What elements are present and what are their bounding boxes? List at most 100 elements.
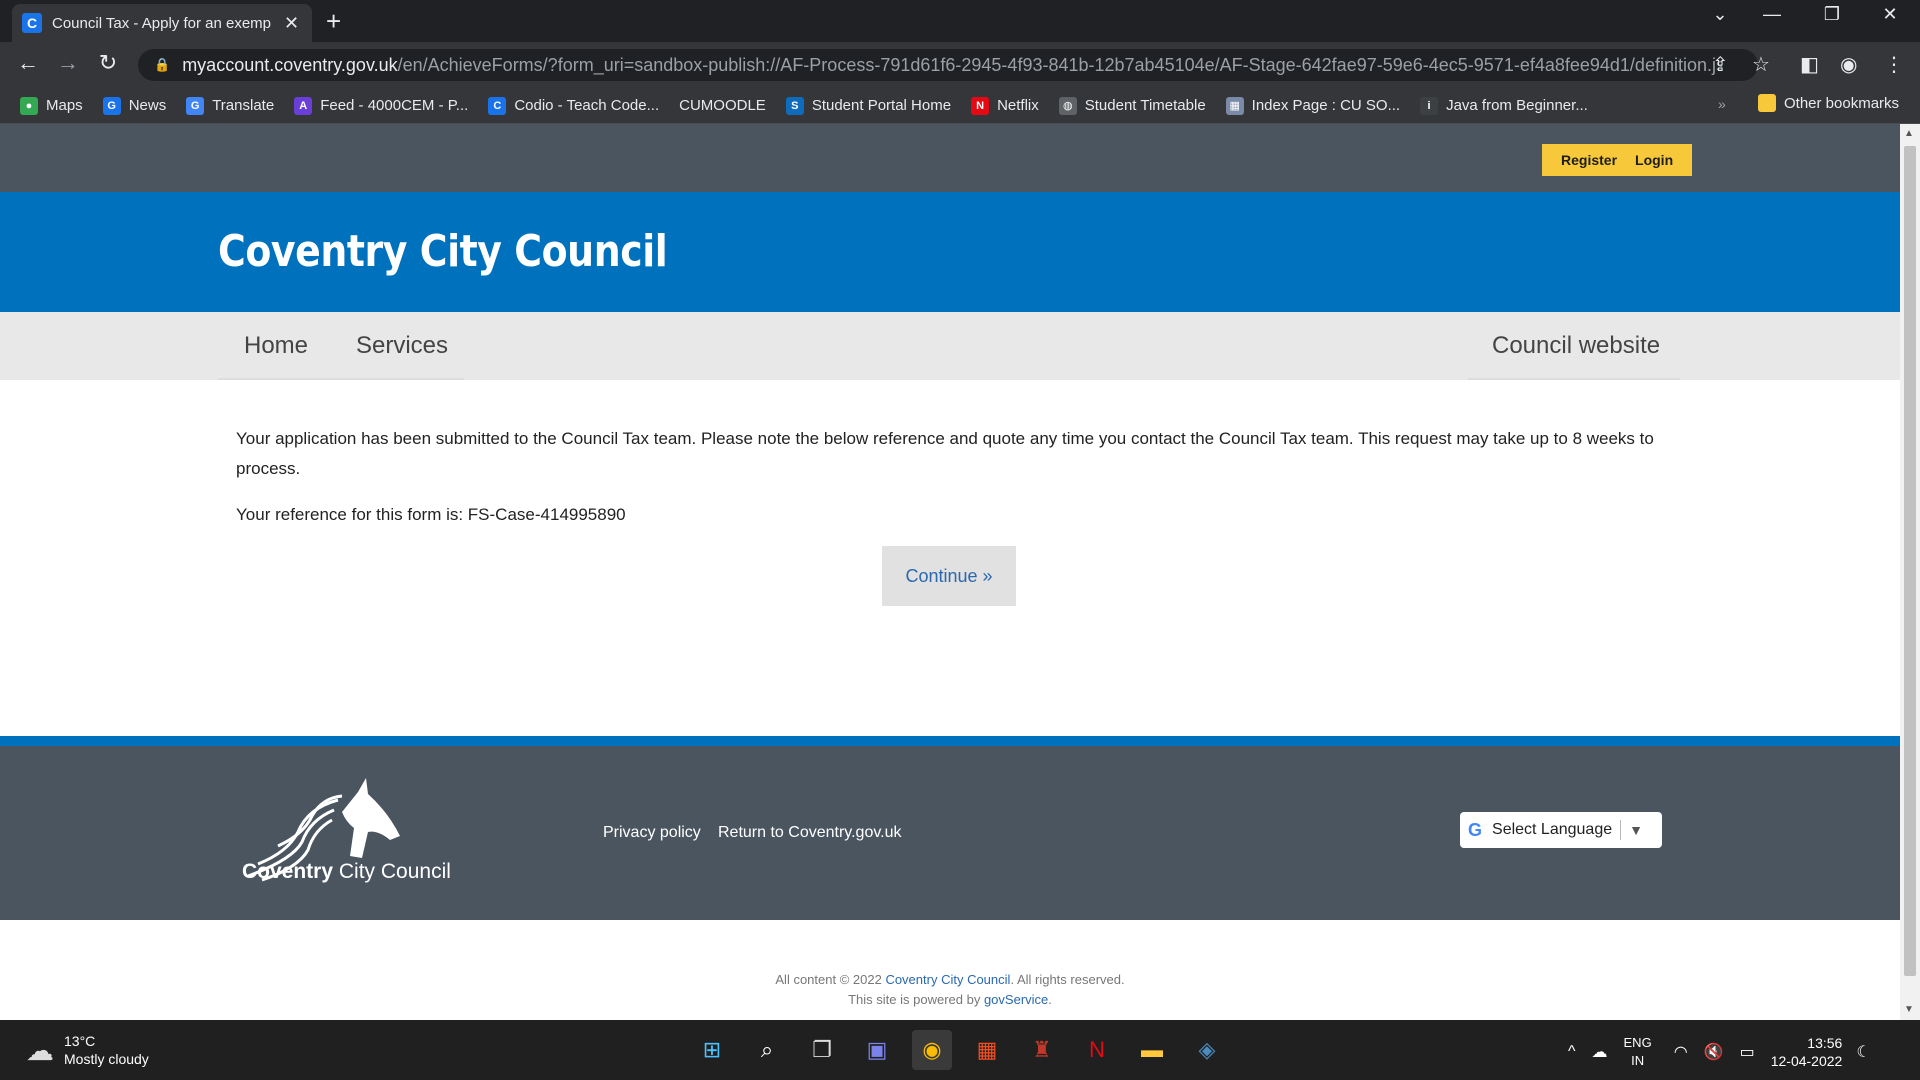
store-icon[interactable]: ▦	[967, 1030, 1007, 1070]
windows-start-icon[interactable]: ⊞	[692, 1030, 732, 1070]
bookmark-item[interactable]: C Codio - Teach Code...	[488, 96, 660, 115]
url-text: myaccount.coventry.gov.uk/en/AchieveForm…	[182, 55, 1722, 76]
notification-icon[interactable]: ☾	[1856, 1042, 1870, 1062]
bookmarks-bar: ● Maps G News G Translate A Feed - 4000CEM - P.…	[0, 88, 1920, 124]
windows-taskbar: ☁ 13°C Mostly cloudy ⊞ ⌕ ❐ ▣ ◉ ▦ ♜ N ▬ ◈…	[0, 1020, 1920, 1080]
select-language-dropdown[interactable]: G Select Language ▼	[1460, 812, 1662, 848]
search-icon[interactable]: ⌕	[747, 1030, 787, 1070]
nav-home[interactable]: Home	[244, 332, 308, 360]
speaker-muted-icon[interactable]: 🔇	[1704, 1042, 1724, 1062]
new-tab-button[interactable]: +	[326, 6, 341, 37]
bookmark-label: News	[128, 97, 167, 114]
select-language-label: Select Language	[1492, 821, 1613, 838]
chevron-up-icon[interactable]: ^	[1568, 1043, 1576, 1061]
tab-favicon-icon: C	[22, 13, 42, 33]
weather-widget[interactable]: ☁ 13°C Mostly cloudy	[26, 1032, 149, 1068]
copyright-org-link[interactable]: Coventry City Council	[885, 972, 1010, 987]
continue-button[interactable]: Continue »	[882, 546, 1016, 606]
input-language[interactable]: ENG IN	[1624, 1034, 1652, 1070]
bookmark-item[interactable]: S Student Portal Home	[785, 96, 952, 115]
battery-icon[interactable]: ▭	[1740, 1042, 1755, 1062]
back-button[interactable]: ←	[12, 50, 44, 76]
nav-divider	[1468, 378, 1680, 380]
netflix-app-icon[interactable]: N	[1077, 1030, 1117, 1070]
bookmark-item[interactable]: G News	[102, 96, 167, 115]
python-icon[interactable]: ◈	[1187, 1030, 1227, 1070]
share-icon[interactable]: ⇪	[1712, 52, 1729, 77]
menu-icon[interactable]: ⋮	[1884, 52, 1904, 77]
register-button[interactable]: Register	[1561, 152, 1617, 168]
task-view-icon[interactable]: ❐	[802, 1030, 842, 1070]
weather-condition: Mostly cloudy	[64, 1051, 149, 1067]
close-tab-icon[interactable]: ✕	[284, 13, 299, 34]
bookmark-item[interactable]: N Netflix	[971, 96, 1039, 115]
footer-logo-text: Coventry City Council	[242, 860, 451, 883]
bookmark-item[interactable]: G Translate	[186, 96, 275, 115]
page-scrollbar[interactable]: ▲ ▼	[1900, 124, 1920, 1020]
bookmark-label: Codio - Teach Code...	[514, 97, 660, 114]
browser-toolbar: ← → ↻ 🔒 myaccount.coventry.gov.uk/en/Ach…	[0, 42, 1920, 88]
site-footer: Coventry City Council Privacy policy Ret…	[0, 746, 1900, 920]
bookmark-item[interactable]: CUMOODLE	[679, 97, 766, 114]
main-nav: Home Services Council website	[0, 312, 1900, 380]
codio-icon: C	[488, 96, 507, 115]
copyright-line: All content © 2022 Coventry City Council…	[775, 972, 1125, 987]
site-title[interactable]: Coventry City Council	[218, 226, 668, 277]
google-icon: G	[1468, 819, 1483, 840]
system-tray: ^ ☁ ENG IN ◠ 🔇 ▭ 13:56 12-04-2022 ☾	[1568, 1034, 1887, 1070]
bookmark-item[interactable]: ◍ Student Timetable	[1058, 96, 1206, 115]
privacy-policy-link[interactable]: Privacy policy	[603, 824, 701, 842]
clock[interactable]: 13:56 12-04-2022	[1771, 1034, 1843, 1070]
temperature: 13°C	[64, 1033, 96, 1049]
lock-icon[interactable]: 🔒	[154, 57, 170, 73]
bookmark-label: Student Timetable	[1084, 97, 1206, 114]
forward-button[interactable]: →	[52, 50, 84, 76]
folder-icon	[1758, 94, 1776, 112]
bookmark-item[interactable]: ▦ Index Page : CU SO...	[1225, 96, 1400, 115]
other-bookmarks[interactable]: Other bookmarks	[1758, 94, 1899, 112]
bookmark-item[interactable]: ● Maps	[20, 96, 83, 115]
bookmark-label: Student Portal Home	[811, 97, 952, 114]
bookmark-label: Java from Beginner...	[1446, 97, 1588, 114]
scrollbar-thumb[interactable]	[1904, 146, 1916, 976]
netflix-icon: N	[971, 96, 990, 115]
bookmarks-overflow-icon[interactable]: »	[1718, 96, 1726, 112]
feed-icon: A	[294, 96, 313, 115]
confirmation-message: Your application has been submitted to t…	[236, 429, 1654, 478]
top-strip: Register Login	[0, 124, 1900, 192]
copyright: All content © 2022 Coventry City Council…	[0, 970, 1900, 1010]
restore-button[interactable]: ❐	[1812, 4, 1852, 25]
address-bar[interactable]: 🔒 myaccount.coventry.gov.uk/en/AchieveFo…	[138, 49, 1758, 81]
scroll-down-icon[interactable]: ▼	[1904, 1004, 1914, 1015]
return-coventry-link[interactable]: Return to Coventry.gov.uk	[718, 824, 902, 842]
login-button[interactable]: Login	[1635, 152, 1673, 168]
browser-tab[interactable]: C Council Tax - Apply for an exemp ✕	[12, 4, 312, 42]
java-icon: i	[1420, 96, 1439, 115]
other-bookmarks-label: Other bookmarks	[1784, 94, 1900, 112]
reload-button[interactable]: ↻	[92, 50, 124, 76]
nav-services[interactable]: Services	[356, 332, 448, 360]
footer-accent	[0, 736, 1900, 746]
onedrive-icon[interactable]: ☁	[1592, 1042, 1608, 1062]
tab-search-icon[interactable]: ⌄	[1700, 4, 1740, 25]
bookmark-item[interactable]: i Java from Beginner...	[1420, 96, 1588, 115]
news-icon: G	[102, 96, 121, 115]
bookmark-label: Translate	[212, 97, 275, 114]
scroll-up-icon[interactable]: ▲	[1904, 128, 1914, 139]
triangle-down-icon: ▼	[1629, 822, 1643, 838]
nav-council-website[interactable]: Council website	[1492, 332, 1660, 360]
govservice-link[interactable]: govService	[984, 992, 1048, 1007]
wifi-icon[interactable]: ◠	[1674, 1042, 1688, 1062]
app-icon[interactable]: ♜	[1022, 1030, 1062, 1070]
teams-chat-icon[interactable]: ▣	[857, 1030, 897, 1070]
chrome-icon[interactable]: ◉	[912, 1030, 952, 1070]
profile-avatar-icon[interactable]: ◉	[1840, 52, 1857, 77]
sharepoint-icon: S	[785, 96, 804, 115]
close-window-button[interactable]: ✕	[1870, 4, 1910, 25]
star-icon[interactable]: ☆	[1752, 52, 1770, 77]
side-panel-icon[interactable]: ◧	[1800, 52, 1819, 77]
bookmark-item[interactable]: A Feed - 4000CEM - P...	[294, 96, 468, 115]
file-explorer-icon[interactable]: ▬	[1132, 1030, 1172, 1070]
minimize-button[interactable]: —	[1752, 4, 1792, 25]
maps-icon: ●	[20, 96, 38, 115]
